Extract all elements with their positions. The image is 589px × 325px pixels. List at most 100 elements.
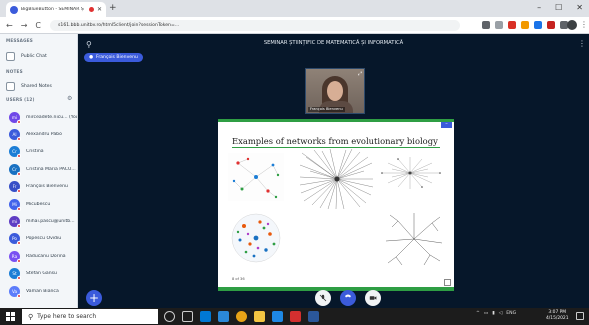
user-list-item[interactable]: Cr Cristina	[9, 145, 77, 159]
muted-indicator-icon	[17, 293, 21, 298]
task-view-icon[interactable]	[182, 311, 193, 322]
user-list-item[interactable]: St Stefan Gansu	[9, 267, 77, 281]
user-list-item[interactable]: Cr Cristina Maria PACU...	[9, 162, 77, 176]
leave-audio-button[interactable]	[340, 290, 356, 306]
fullscreen-icon[interactable]	[444, 279, 451, 286]
user-list-item[interactable]: Va Vaman Bianca	[9, 284, 77, 298]
presenter-name: François Bienvenu	[96, 55, 138, 60]
chrome-icon[interactable]	[236, 311, 247, 322]
language-indicator[interactable]: ENG	[506, 311, 516, 316]
window-controls: – ☐ ✕	[537, 2, 583, 14]
search-placeholder: Type here to search	[37, 313, 97, 320]
network-figure-4	[231, 213, 281, 263]
maximize-icon[interactable]: ☐	[555, 2, 562, 14]
shared-notes-label: Shared Notes	[21, 83, 52, 89]
user-avatar: Ra	[9, 250, 21, 263]
notes-header: NOTES	[6, 69, 23, 74]
chevron-up-icon[interactable]: ^	[476, 311, 480, 316]
minimize-presentation-icon[interactable]: –	[441, 122, 452, 128]
url-field[interactable]: s161.bbb.unitbv.ro/html5client/join?sess…	[50, 20, 460, 31]
share-webcam-button[interactable]	[365, 290, 381, 306]
mute-button[interactable]	[315, 290, 331, 306]
extension-icons	[482, 21, 568, 29]
webcam-video[interactable]: François Bienvenu ⤢	[305, 68, 365, 114]
user-list-item[interactable]: Al Alexandru Pabo	[9, 127, 77, 141]
reload-icon[interactable]: C	[35, 20, 41, 31]
extension-opera-icon[interactable]	[547, 21, 555, 29]
user-list-item[interactable]: Ra Raducanu Dorina	[9, 249, 77, 263]
muted-indicator-icon	[17, 206, 21, 211]
network-icon[interactable]: ▭	[484, 311, 488, 316]
slide-page-number: 8 of 36	[232, 277, 245, 281]
minimize-icon[interactable]: –	[537, 2, 541, 14]
profile-avatar[interactable]	[567, 20, 577, 30]
shared-notes-item[interactable]: Shared Notes	[6, 79, 76, 93]
actions-plus-button[interactable]: +	[86, 290, 102, 306]
key-icon[interactable]	[482, 21, 490, 29]
extension-blue-icon[interactable]	[534, 21, 542, 29]
notification-icon[interactable]	[576, 312, 584, 320]
user-avatar: Po	[9, 233, 21, 246]
bigbluebutton-favicon-icon	[10, 5, 18, 14]
forward-icon[interactable]: →	[21, 20, 28, 31]
user-list-item[interactable]: Po Popescu Ovidiu	[9, 232, 77, 246]
windows-start-icon[interactable]	[6, 312, 15, 321]
acrobat-icon[interactable]	[290, 311, 301, 322]
options-menu-icon[interactable]: ⋮	[578, 39, 586, 48]
muted-indicator-icon	[17, 154, 21, 159]
microphone-muted-icon	[319, 294, 327, 302]
user-name: mihai.pascu@unitb...	[26, 218, 75, 224]
close-tab-icon[interactable]: ✕	[97, 6, 102, 13]
extension-red-icon[interactable]	[508, 21, 516, 29]
network-figure-1	[228, 153, 284, 201]
search-icon: ⚲	[28, 312, 34, 321]
messages-header: MESSAGES	[6, 38, 34, 43]
windows-taskbar: ⚲ Type here to search ^ ▭ ▮ ◁ ENG 3:07 P…	[0, 308, 589, 325]
tab-bar: BigBlueButton - SEMINAR Ș ✕ + – ☐ ✕	[0, 0, 589, 17]
browser-tab[interactable]: BigBlueButton - SEMINAR Ș ✕	[6, 2, 106, 17]
presenter-icon: ●	[89, 55, 94, 60]
gear-icon[interactable]: ⚙	[67, 95, 72, 102]
user-avatar: Cr	[9, 163, 21, 176]
cortana-icon[interactable]	[164, 311, 175, 322]
address-bar: ← → C s161.bbb.unitbv.ro/html5client/joi…	[0, 17, 589, 34]
mail-icon[interactable]	[272, 311, 283, 322]
battery-icon[interactable]: ▮	[492, 311, 495, 316]
user-avatar: mi	[9, 215, 21, 228]
user-avatar: St	[9, 268, 21, 281]
muted-indicator-icon	[17, 276, 21, 281]
browser-menu-icon[interactable]: ⋮	[580, 19, 588, 31]
meeting-title: SEMINAR ȘTIINȚIFIC DE MATEMATICĂ ȘI INFO…	[263, 40, 404, 46]
system-tray: ^ ▭ ▮ ◁ ENG	[476, 311, 516, 316]
volume-icon[interactable]: ◁	[499, 311, 503, 316]
muted-indicator-icon	[17, 119, 21, 124]
file-explorer-icon[interactable]	[254, 311, 265, 322]
muted-indicator-icon	[17, 189, 21, 194]
new-tab-button[interactable]: +	[109, 2, 117, 14]
expand-icon[interactable]: ⤢	[358, 71, 362, 77]
user-name: Stefan Gansu	[26, 271, 57, 277]
slide-title-rule	[232, 147, 440, 148]
edge-icon[interactable]	[200, 311, 211, 322]
user-list-item[interactable]: Fr François Bienvenu	[9, 180, 77, 194]
taskbar-search-box[interactable]: ⚲ Type here to search	[22, 309, 158, 324]
network-figure-2	[300, 149, 374, 209]
muted-indicator-icon	[17, 136, 21, 141]
network-figure-3	[381, 157, 441, 189]
webcam-name-label: François Bienvenu	[308, 107, 345, 112]
back-icon[interactable]: ←	[6, 20, 13, 31]
public-chat-item[interactable]: Public Chat	[6, 49, 76, 63]
network-figure-5	[385, 213, 443, 266]
user-name: Alexandru Pabo	[26, 131, 62, 137]
user-list-item[interactable]: mi mihai.pascu@unitb...	[9, 214, 77, 228]
star-icon[interactable]	[495, 21, 503, 29]
user-name: Popescu Ovidiu	[26, 236, 62, 242]
user-list-item[interactable]: Mi Micubescu	[9, 197, 77, 211]
word-icon[interactable]	[308, 311, 319, 322]
user-list-item[interactable]: mi mirceadete.nicu... (You)	[9, 110, 77, 124]
clock[interactable]: 3:07 PM 4/15/2021	[546, 310, 569, 322]
close-window-icon[interactable]: ✕	[576, 2, 583, 14]
slide-title: Examples of networks from evolutionary b…	[232, 136, 438, 146]
extension-orange-icon[interactable]	[521, 21, 529, 29]
teams-icon[interactable]	[218, 311, 229, 322]
